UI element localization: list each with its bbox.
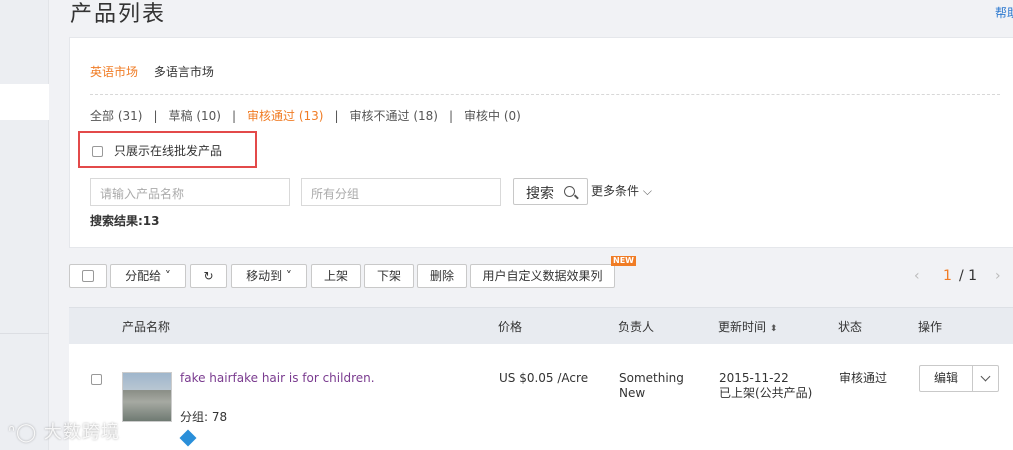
header-owner: 负责人	[618, 320, 655, 334]
wholesale-filter-highlight: 只展示在线批发产品	[78, 131, 257, 168]
refresh-button[interactable]: ↻	[190, 264, 227, 288]
left-sidebar	[0, 0, 49, 450]
chevron-down-icon: ˅	[282, 269, 292, 283]
divider	[90, 94, 1000, 95]
watermark: ᐢ◯ 大数跨境	[8, 418, 120, 444]
watermark-logo-icon: ᐢ◯	[8, 422, 38, 443]
tab-separator: |	[334, 109, 339, 123]
select-all-checkbox[interactable]	[69, 264, 107, 288]
tab-multilingual-market[interactable]: 多语言市场	[154, 65, 214, 79]
assign-label: 分配给	[125, 269, 162, 283]
tab-draft[interactable]: 草稿 (10)	[169, 109, 221, 123]
result-count: 搜索结果:13	[90, 214, 160, 228]
tab-separator: |	[153, 109, 158, 123]
header-status: 状态	[838, 320, 863, 334]
header-action: 操作	[918, 320, 943, 334]
tab-separator: |	[448, 109, 453, 123]
page-current: 1	[943, 268, 952, 284]
category-select[interactable]: 所有分组	[301, 178, 501, 206]
owner-line-2: New	[619, 386, 646, 400]
tab-english-market[interactable]: 英语市场	[90, 65, 138, 79]
edit-split-button: 编辑	[919, 365, 999, 392]
header-price: 价格	[498, 320, 523, 334]
listing-status: 已上架(公共产品)	[719, 386, 813, 400]
move-to-button[interactable]: 移动到 ˅	[231, 264, 307, 288]
chevron-left-icon[interactable]: ‹	[914, 268, 920, 284]
wholesale-only-checkbox[interactable]	[92, 146, 103, 157]
search-label: 搜索	[526, 186, 554, 202]
product-price: US $0.05 /Acre	[499, 371, 589, 385]
status-tabs: 全部 (31) | 草稿 (10) | 审核通过 (13) | 审核不通过 (18) | 审核中…	[90, 107, 521, 124]
watermark-text: 大数跨境	[43, 422, 120, 443]
product-owner: Something New	[619, 371, 684, 401]
product-group: 分组: 78	[180, 410, 228, 424]
chevron-right-icon[interactable]: ›	[995, 268, 1001, 284]
more-conditions-toggle[interactable]: 更多条件 ⌵	[591, 182, 652, 199]
header-product-name: 产品名称	[122, 320, 171, 334]
tab-approved[interactable]: 审核通过 (13)	[247, 109, 323, 123]
delete-button[interactable]: 删除	[417, 264, 467, 288]
new-badge: NEW	[611, 256, 636, 266]
page-total: / 1	[959, 268, 978, 284]
chevron-down-icon: ⌵	[642, 184, 652, 198]
table-row: fake hairfake hair is for children. 分组: …	[69, 344, 1013, 450]
search-icon	[564, 186, 575, 197]
move-to-label: 移动到	[246, 269, 283, 283]
diamond-icon	[179, 429, 197, 447]
table-header: 产品名称 价格 负责人 更新时间 ⬍ 状态 操作	[69, 307, 1013, 344]
sidebar-active-item[interactable]	[0, 84, 49, 120]
sort-icon: ⬍	[769, 324, 778, 334]
header-updated[interactable]: 更新时间 ⬍	[718, 318, 777, 335]
sidebar-divider	[0, 333, 49, 334]
edit-button[interactable]: 编辑	[920, 366, 973, 391]
tab-separator: |	[231, 109, 236, 123]
page-title: 产品列表	[70, 2, 167, 27]
delist-button[interactable]: 下架	[364, 264, 414, 288]
row-checkbox[interactable]	[91, 374, 102, 385]
chevron-down-icon[interactable]	[980, 371, 991, 382]
product-updated: 2015-11-22 已上架(公共产品)	[719, 371, 812, 401]
custom-columns-button[interactable]: 用户自定义数据效果列	[470, 264, 615, 288]
list-button[interactable]: 上架	[311, 264, 361, 288]
product-thumbnail[interactable]	[122, 372, 172, 422]
more-conditions-label: 更多条件	[591, 184, 640, 198]
chevron-down-icon: ˅	[161, 269, 171, 283]
product-status: 审核通过	[839, 371, 888, 385]
header-updated-label: 更新时间	[718, 320, 767, 334]
assign-button[interactable]: 分配给 ˅	[110, 264, 186, 288]
product-name-link[interactable]: fake hairfake hair is for children.	[180, 371, 375, 385]
checkbox-box	[82, 270, 94, 282]
tab-rejected[interactable]: 审核不通过 (18)	[350, 109, 438, 123]
tab-in-review[interactable]: 审核中 (0)	[464, 109, 521, 123]
search-button[interactable]: 搜索	[513, 178, 588, 205]
help-link[interactable]: 帮助	[995, 4, 1013, 21]
owner-line-1: Something	[619, 371, 684, 385]
updated-date: 2015-11-22	[719, 371, 789, 385]
market-tabs: 英语市场 多语言市场	[90, 63, 226, 80]
product-name-input[interactable]: 请输入产品名称	[90, 178, 290, 206]
wholesale-only-label: 只展示在线批发产品	[114, 144, 223, 158]
tab-all[interactable]: 全部 (31)	[90, 109, 142, 123]
filter-panel: 英语市场 多语言市场 全部 (31) | 草稿 (10) | 审核通过 (13) | 审核不…	[69, 37, 1013, 248]
refresh-icon: ↻	[203, 269, 214, 283]
